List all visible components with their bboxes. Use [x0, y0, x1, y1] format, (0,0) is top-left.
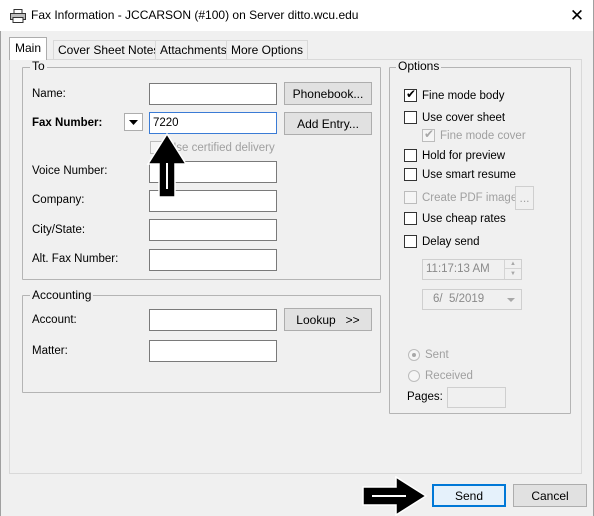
accounting-group-legend: Accounting — [30, 288, 94, 302]
to-group-legend: To — [30, 59, 47, 73]
alt-fax-number-field[interactable] — [149, 249, 277, 271]
lookup-button[interactable]: Lookup >> — [284, 308, 372, 331]
account-field[interactable] — [149, 309, 277, 331]
spin-down-icon[interactable]: ▼ — [505, 269, 521, 278]
pages-label: Pages: — [407, 391, 443, 403]
city-state-label: City/State: — [32, 224, 86, 236]
use-cover-sheet-checkbox[interactable] — [404, 111, 417, 124]
hold-for-preview-label: Hold for preview — [422, 150, 506, 162]
use-smart-resume-label: Use smart resume — [422, 169, 516, 181]
use-cheap-rates-label: Use cheap rates — [422, 213, 506, 225]
check-icon: ✔ — [424, 127, 435, 141]
close-icon: ✕ — [569, 5, 585, 25]
annotation-right-arrow-icon — [362, 476, 428, 516]
cancel-button[interactable]: Cancel — [513, 484, 587, 507]
matter-label: Matter: — [32, 345, 68, 357]
received-radio[interactable] — [408, 370, 420, 382]
annotation-up-arrow-icon — [146, 133, 188, 198]
add-entry-button[interactable]: Add Entry... — [284, 112, 372, 135]
voice-number-label: Voice Number: — [32, 165, 108, 177]
options-group-legend: Options — [396, 59, 442, 73]
hold-for-preview-checkbox[interactable] — [404, 149, 417, 162]
create-pdf-image-label: Create PDF image — [422, 192, 518, 204]
account-label: Account: — [32, 314, 77, 326]
printer-icon — [10, 9, 26, 23]
alt-fax-number-label: Alt. Fax Number: — [32, 253, 119, 265]
date-dropdown-button[interactable] — [504, 293, 518, 307]
matter-field[interactable] — [149, 340, 277, 362]
fine-mode-body-checkbox[interactable]: ✔ — [404, 87, 417, 102]
use-cover-sheet-label: Use cover sheet — [422, 112, 506, 124]
tab-main[interactable]: Main — [9, 37, 48, 60]
fine-mode-body-label: Fine mode body — [422, 90, 505, 102]
create-pdf-image-checkbox[interactable] — [404, 191, 417, 204]
name-label: Name: — [32, 88, 66, 100]
company-label: Company: — [32, 194, 85, 206]
pages-field[interactable] — [447, 387, 506, 408]
check-icon: ✔ — [406, 87, 417, 101]
delay-send-label: Delay send — [422, 236, 480, 248]
sent-radio[interactable] — [408, 349, 420, 361]
use-cheap-rates-checkbox[interactable] — [404, 212, 417, 225]
window-title: Fax Information - JCCARSON (#100) on Ser… — [31, 8, 359, 22]
tab-attachments[interactable]: Attachments — [155, 40, 232, 59]
delay-send-checkbox[interactable] — [404, 235, 417, 248]
send-button[interactable]: Send — [432, 484, 506, 507]
spin-up-icon[interactable]: ▲ — [505, 260, 521, 269]
fax-number-label: Fax Number: — [32, 117, 103, 129]
tab-more-options[interactable]: More Options — [226, 40, 309, 59]
close-button[interactable]: ✕ — [560, 0, 594, 31]
tab-cover-sheet-notes[interactable]: Cover Sheet Notes — [53, 40, 165, 59]
received-label: Received — [425, 370, 473, 382]
sent-label: Sent — [425, 349, 449, 361]
fax-number-dropdown[interactable] — [124, 113, 143, 131]
fine-mode-cover-label: Fine mode cover — [440, 130, 526, 142]
name-field[interactable] — [149, 83, 277, 105]
fax-number-field[interactable] — [149, 112, 277, 134]
pdf-browse-button[interactable]: ... — [515, 186, 534, 210]
dropdown-arrow-icon — [129, 119, 138, 125]
dropdown-arrow-icon — [507, 298, 515, 302]
phonebook-button[interactable]: Phonebook... — [284, 82, 372, 105]
use-smart-resume-checkbox[interactable] — [404, 168, 417, 181]
city-state-field[interactable] — [149, 219, 277, 241]
title-bar: Fax Information - JCCARSON (#100) on Ser… — [0, 0, 594, 31]
fine-mode-cover-checkbox[interactable]: ✔ — [422, 127, 435, 142]
time-spinner[interactable]: ▲ ▼ — [504, 260, 521, 279]
